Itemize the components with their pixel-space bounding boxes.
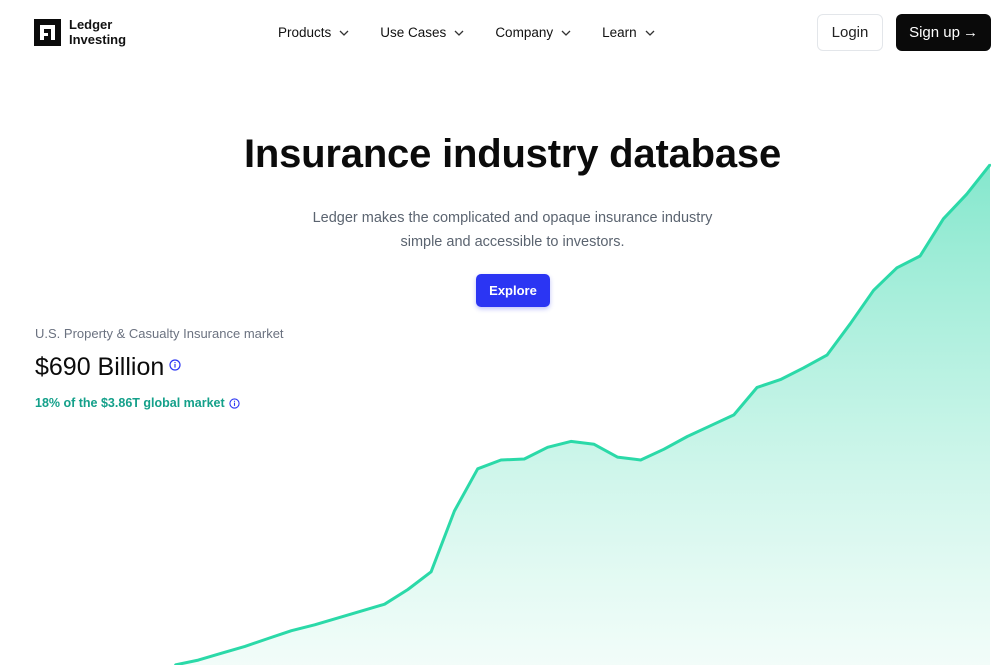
nav-item-use-cases[interactable]: Use Cases (380, 25, 464, 40)
login-button[interactable]: Login (817, 14, 883, 51)
signup-button[interactable]: Sign up → (896, 14, 991, 51)
chevron-down-icon (454, 30, 464, 36)
chart-point (942, 217, 945, 220)
chart-point (826, 354, 828, 357)
chart-point (243, 645, 246, 648)
chart-point (476, 467, 479, 470)
market-value: $690 Billion (35, 353, 181, 382)
info-icon[interactable] (229, 397, 240, 409)
chart-point (523, 458, 526, 460)
chart-point (802, 366, 805, 369)
brand-name: Ledger Investing (69, 17, 126, 47)
chart-point (197, 659, 200, 662)
chevron-down-icon (339, 30, 349, 36)
market-value-text: $690 Billion (35, 353, 165, 381)
nav-item-company[interactable]: Company (495, 25, 571, 40)
nav-item-learn[interactable]: Learn (602, 25, 655, 40)
chart-point (779, 378, 782, 381)
market-label: U.S. Property & Casualty Insurance marke… (35, 326, 284, 341)
nav-item-label: Use Cases (380, 25, 447, 40)
explore-button[interactable]: Explore (476, 274, 550, 307)
chevron-down-icon (561, 30, 571, 36)
chart-point (639, 459, 642, 461)
arrow-right-icon: → (962, 24, 978, 41)
top-nav: Ledger Investing Products Use Cases Comp… (0, 0, 1003, 66)
chart-point (686, 435, 689, 438)
chart-point (546, 446, 549, 449)
nav-menu: Products Use Cases Company Learn (278, 25, 655, 40)
chart-point (313, 623, 316, 626)
chart-point (453, 510, 456, 512)
chart-point (732, 413, 735, 416)
chart-point (383, 603, 386, 606)
ledger-logo-icon (34, 18, 61, 46)
chart-point (872, 289, 875, 292)
hero-subtitle: Ledger makes the complicated and opaque … (312, 210, 713, 250)
chart-point (406, 588, 409, 591)
chart-point (593, 443, 596, 446)
chart-point (500, 459, 502, 461)
chart-point (849, 322, 852, 325)
market-share: 18% of the $3.86T global market (35, 396, 240, 410)
nav-item-label: Learn (602, 25, 637, 40)
chart-point (965, 193, 968, 196)
chart-point (919, 255, 922, 257)
chart-point (569, 440, 572, 443)
chart-point (220, 652, 223, 655)
chevron-down-icon (645, 30, 655, 36)
chart-point (430, 570, 433, 573)
brand-name-line2: Investing (69, 32, 127, 47)
market-share-text: 18% of the $3.86T global market (35, 396, 225, 410)
chart-point (337, 616, 339, 619)
chart-point (616, 456, 619, 459)
chart-point (756, 386, 759, 389)
chart-point (360, 610, 363, 613)
chart-point (290, 629, 293, 632)
brand-logo[interactable]: Ledger Investing (34, 17, 126, 47)
nav-item-label: Company (495, 25, 554, 40)
brand-name-line1: Ledger (69, 17, 113, 32)
signup-label: Sign up (909, 24, 960, 41)
chart-point (709, 424, 712, 427)
info-icon[interactable] (169, 358, 181, 371)
nav-item-label: Products (278, 25, 332, 40)
chart-point (267, 637, 270, 640)
nav-item-products[interactable]: Products (278, 25, 349, 40)
chart-point (663, 448, 665, 451)
page-title: Insurance industry database (243, 132, 781, 176)
chart-point (895, 266, 898, 269)
